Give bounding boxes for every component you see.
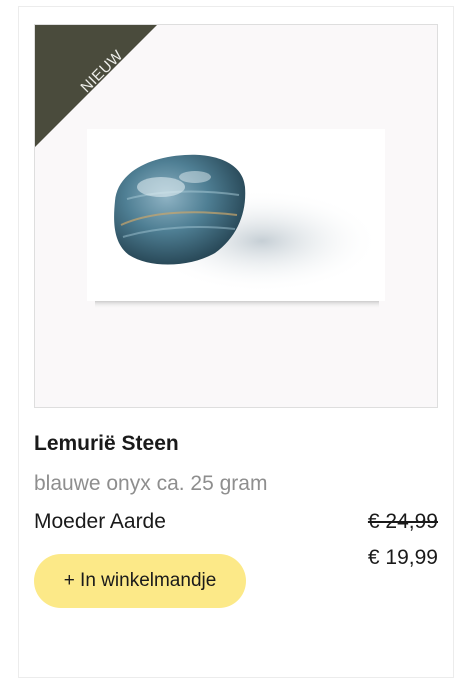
old-price: € 24,99 xyxy=(367,510,438,533)
product-photo[interactable] xyxy=(87,129,385,309)
sale-price: € 19,99 xyxy=(367,546,438,569)
product-subtitle: blauwe onyx ca. 25 gram xyxy=(34,472,268,495)
product-image-frame[interactable]: NIEUW xyxy=(34,24,438,408)
add-to-cart-button[interactable]: + In winkelmandje xyxy=(34,554,246,608)
product-brand: Moeder Aarde xyxy=(34,510,166,533)
product-title[interactable]: Lemurië Steen xyxy=(34,432,179,456)
stone-image xyxy=(87,129,385,309)
